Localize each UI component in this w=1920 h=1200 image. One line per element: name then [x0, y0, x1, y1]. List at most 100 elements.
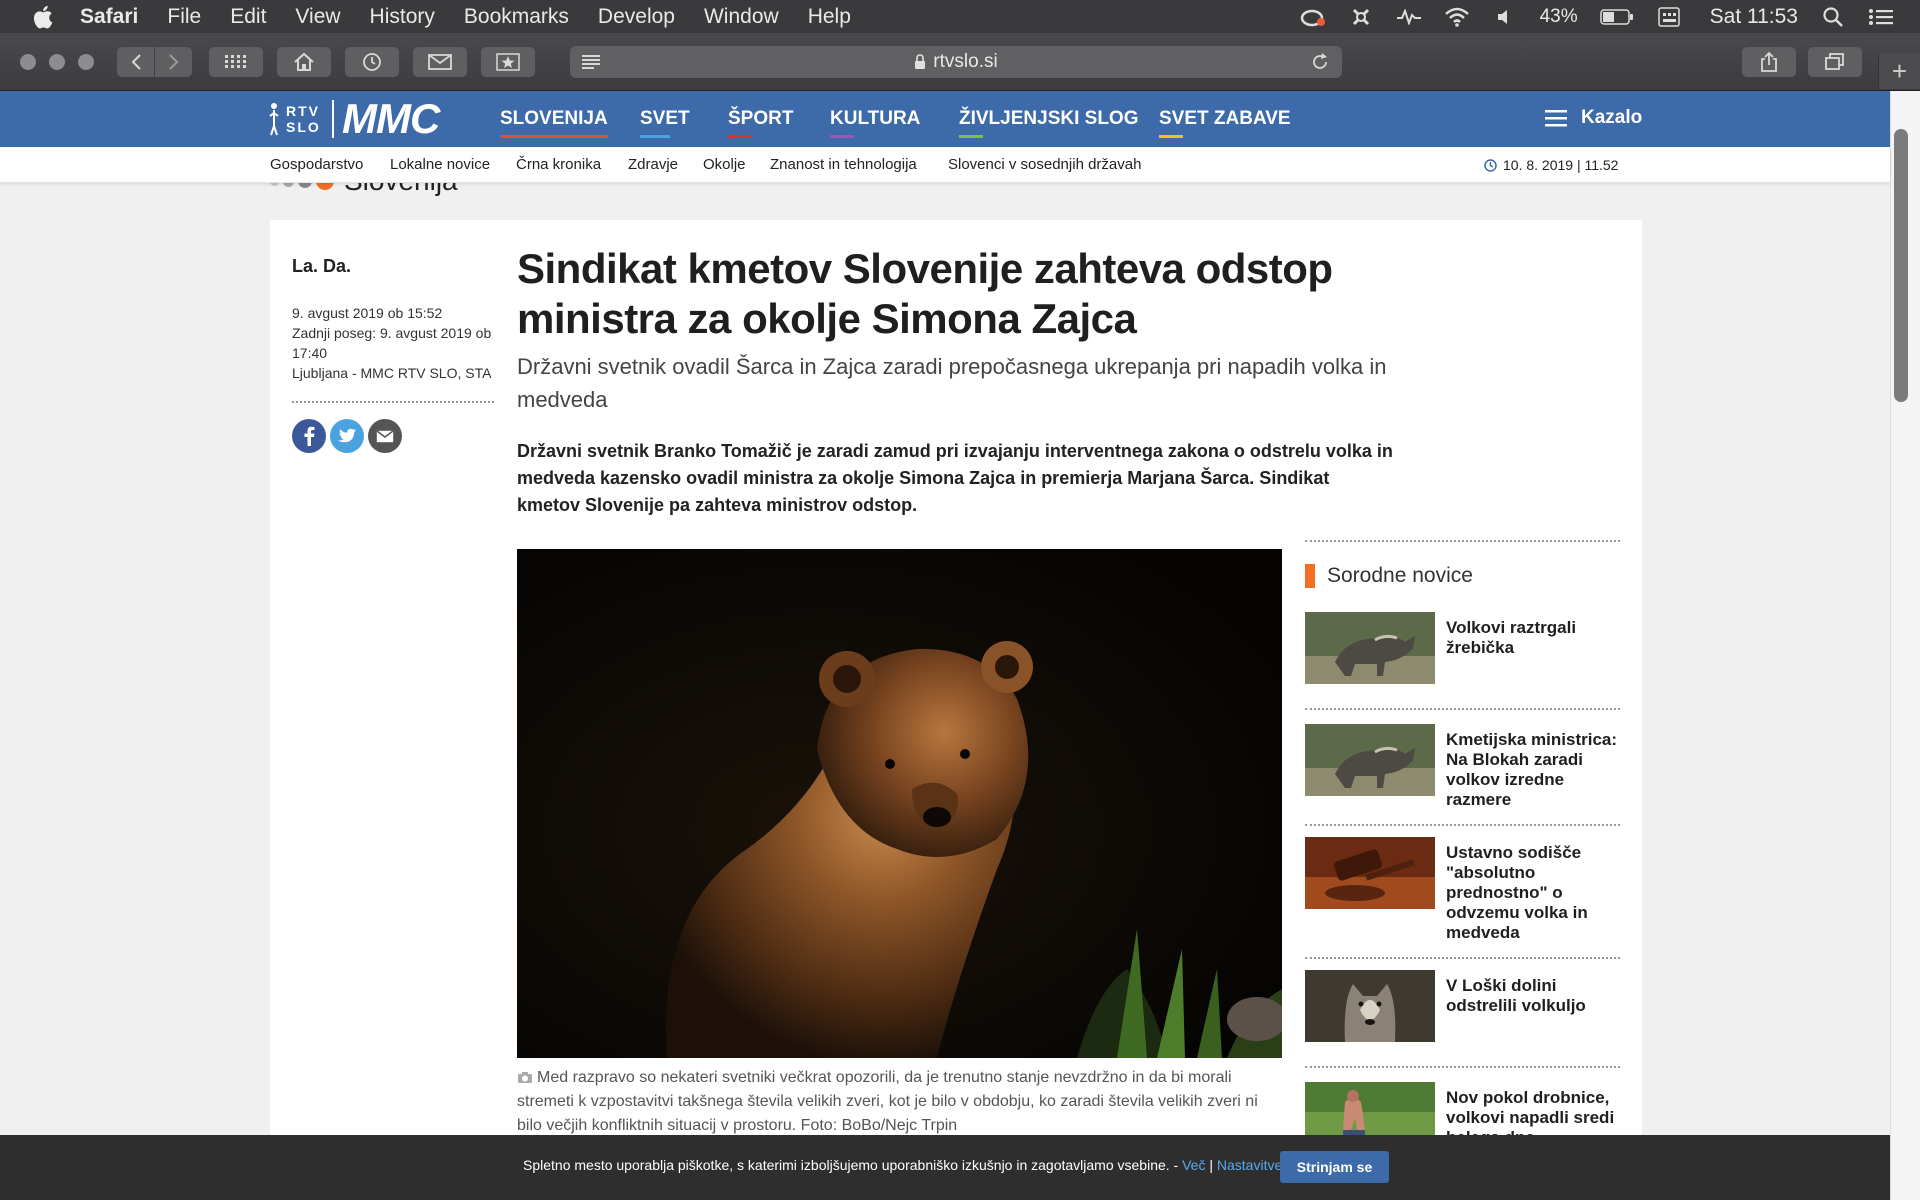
related-thumb-gavel[interactable] [1305, 837, 1435, 909]
nav-svet-zabave[interactable]: SVET ZABAVE [1159, 108, 1291, 138]
nav-underline [728, 135, 752, 138]
article-meta: La. Da. 9. avgust 2019 ob 15:52 Zadnji p… [292, 256, 497, 453]
wifi-icon[interactable] [1444, 5, 1470, 29]
menu-help[interactable]: Help [808, 5, 851, 29]
related-title[interactable]: V Loški dolini odstrelili volkuljo [1446, 976, 1621, 1016]
menu-develop[interactable]: Develop [598, 5, 675, 29]
related-title[interactable]: Ustavno sodišče "absolutno prednostno" o… [1446, 843, 1621, 943]
menu-bookmarks[interactable]: Bookmarks [464, 5, 569, 29]
address-bar[interactable]: rtvslo.si [570, 46, 1342, 78]
nav-zivljenjski-slog[interactable]: ŽIVLJENJSKI SLOG [959, 108, 1138, 138]
vertical-scrollbar[interactable] [1890, 91, 1920, 1200]
facebook-share-button[interactable] [292, 419, 326, 453]
related-title[interactable]: Kmetijska ministrica: Na Blokah zaradi v… [1446, 730, 1621, 810]
datetime-text: 10. 8. 2019 | 11.52 [1503, 157, 1619, 173]
subnav-znanost-in-tehnologija[interactable]: Znanost in tehnologija [770, 156, 917, 173]
home-button[interactable] [277, 47, 331, 77]
puzzle-app-icon[interactable] [1348, 5, 1374, 29]
twitter-share-button[interactable] [330, 419, 364, 453]
menu-file[interactable]: File [167, 5, 201, 29]
subnav-slovenci-v-sosednjih-drzavah[interactable]: Slovenci v sosednjih državah [948, 156, 1141, 173]
menu-window[interactable]: Window [704, 5, 779, 29]
mail-button[interactable] [413, 47, 467, 77]
nav-kultura[interactable]: KULTURA [830, 108, 920, 138]
current-datetime: 10. 8. 2019 | 11.52 [1484, 157, 1618, 173]
minimize-window-button[interactable] [49, 54, 65, 70]
spotlight-search-icon[interactable] [1820, 5, 1846, 29]
subnav-lokalne-novice[interactable]: Lokalne novice [390, 156, 490, 173]
cookie-settings-link[interactable]: Nastavitve [1217, 1157, 1282, 1173]
article-subtitle: Državni svetnik ovadil Šarca in Zajca za… [517, 354, 1387, 412]
site-navigation: RTV SLO MMC SLOVENIJA SVET ŠPORT KULTURA… [0, 91, 1890, 147]
top-sites-button[interactable] [209, 47, 263, 77]
bookmarks-button[interactable] [481, 47, 535, 77]
menu-view[interactable]: View [295, 5, 340, 29]
menubar-clock[interactable]: Sat 11:53 [1710, 5, 1798, 29]
subnav-crna-kronika[interactable]: Črna kronika [516, 156, 601, 173]
section-subnav: Gospodarstvo Lokalne novice Črna kronika… [0, 147, 1890, 183]
safari-toolbar: rtvslo.si + [0, 33, 1920, 91]
volume-icon[interactable] [1492, 5, 1518, 29]
related-divider [1305, 957, 1620, 959]
new-tab-button[interactable]: + [1878, 53, 1920, 89]
tab-overview-button[interactable] [1808, 47, 1862, 77]
scrollbar-thumb[interactable] [1894, 129, 1908, 402]
nav-svet[interactable]: SVET [640, 108, 690, 138]
activity-icon[interactable] [1396, 5, 1422, 29]
share-buttons [292, 419, 497, 453]
grid-icon [225, 55, 246, 68]
email-share-button[interactable] [368, 419, 402, 453]
caption-text: Med razpravo so nekateri svetniki večkra… [517, 1069, 1258, 1134]
logo-divider [332, 100, 334, 138]
article-author: La. Da. [292, 256, 352, 276]
apple-icon[interactable] [30, 3, 58, 31]
history-button[interactable] [345, 47, 399, 77]
article-lead: Državni svetnik Branko Tomažič je zaradi… [517, 441, 1393, 515]
article-source: Ljubljana - MMC RTV SLO, STA [292, 365, 492, 381]
zoom-window-button[interactable] [78, 54, 94, 70]
rtv-mmc-logo[interactable]: RTV SLO MMC [268, 95, 440, 142]
subnav-zdravje[interactable]: Zdravje [628, 156, 678, 173]
back-button[interactable] [117, 47, 154, 77]
bear-illustration [517, 549, 1282, 1058]
nav-underline [830, 135, 854, 138]
logo-mmc: MMC [342, 95, 440, 142]
reload-icon[interactable] [1310, 52, 1330, 72]
related-thumb-wolf-face[interactable] [1305, 970, 1435, 1042]
notification-center-icon[interactable] [1868, 5, 1894, 29]
cookie-link-divider: | [1209, 1157, 1213, 1173]
reader-view-icon[interactable] [582, 54, 602, 70]
cookie-accept-button[interactable]: Strinjam se [1280, 1151, 1389, 1183]
cookie-more-link[interactable]: Več [1182, 1157, 1205, 1173]
battery-percentage: 43% [1539, 5, 1578, 27]
chevron-left-icon [131, 54, 141, 70]
nav-sport[interactable]: ŠPORT [728, 108, 793, 138]
subnav-gospodarstvo[interactable]: Gospodarstvo [270, 156, 363, 173]
menu-app-safari[interactable]: Safari [80, 5, 138, 29]
related-thumb-wolf[interactable] [1305, 724, 1435, 796]
creative-cloud-icon[interactable] [1300, 5, 1326, 29]
hamburger-icon [1545, 110, 1567, 127]
bear-photo[interactable] [517, 549, 1282, 1058]
menu-edit[interactable]: Edit [230, 5, 266, 29]
related-thumb-wolf[interactable] [1305, 612, 1435, 684]
cookie-consent-bar: Spletno mesto uporablja piškotke, s kate… [0, 1135, 1890, 1200]
share-button[interactable] [1742, 47, 1796, 77]
updated-date: Zadnji poseg: 9. avgust 2019 ob 17:40 [292, 325, 492, 361]
envelope-icon [376, 429, 394, 442]
camera-icon [518, 1072, 532, 1083]
related-title[interactable]: Volkovi raztrgali žrebička [1446, 618, 1621, 658]
close-window-button[interactable] [20, 54, 36, 70]
article-title: Sindikat kmetov Slovenije zahteva odstop… [517, 245, 1333, 342]
nav-underline [640, 135, 670, 138]
share-icon [1761, 51, 1777, 72]
forward-button[interactable] [155, 47, 192, 77]
kazalo-menu-button[interactable]: Kazalo [1545, 107, 1642, 129]
subnav-okolje[interactable]: Okolje [703, 156, 746, 173]
battery-icon[interactable] [1599, 5, 1634, 29]
related-divider [1305, 1066, 1620, 1068]
menu-history[interactable]: History [370, 5, 435, 29]
plus-icon: + [1891, 55, 1908, 86]
nav-slovenija[interactable]: SLOVENIJA [500, 108, 608, 138]
keyboard-menu-icon[interactable] [1656, 5, 1682, 29]
